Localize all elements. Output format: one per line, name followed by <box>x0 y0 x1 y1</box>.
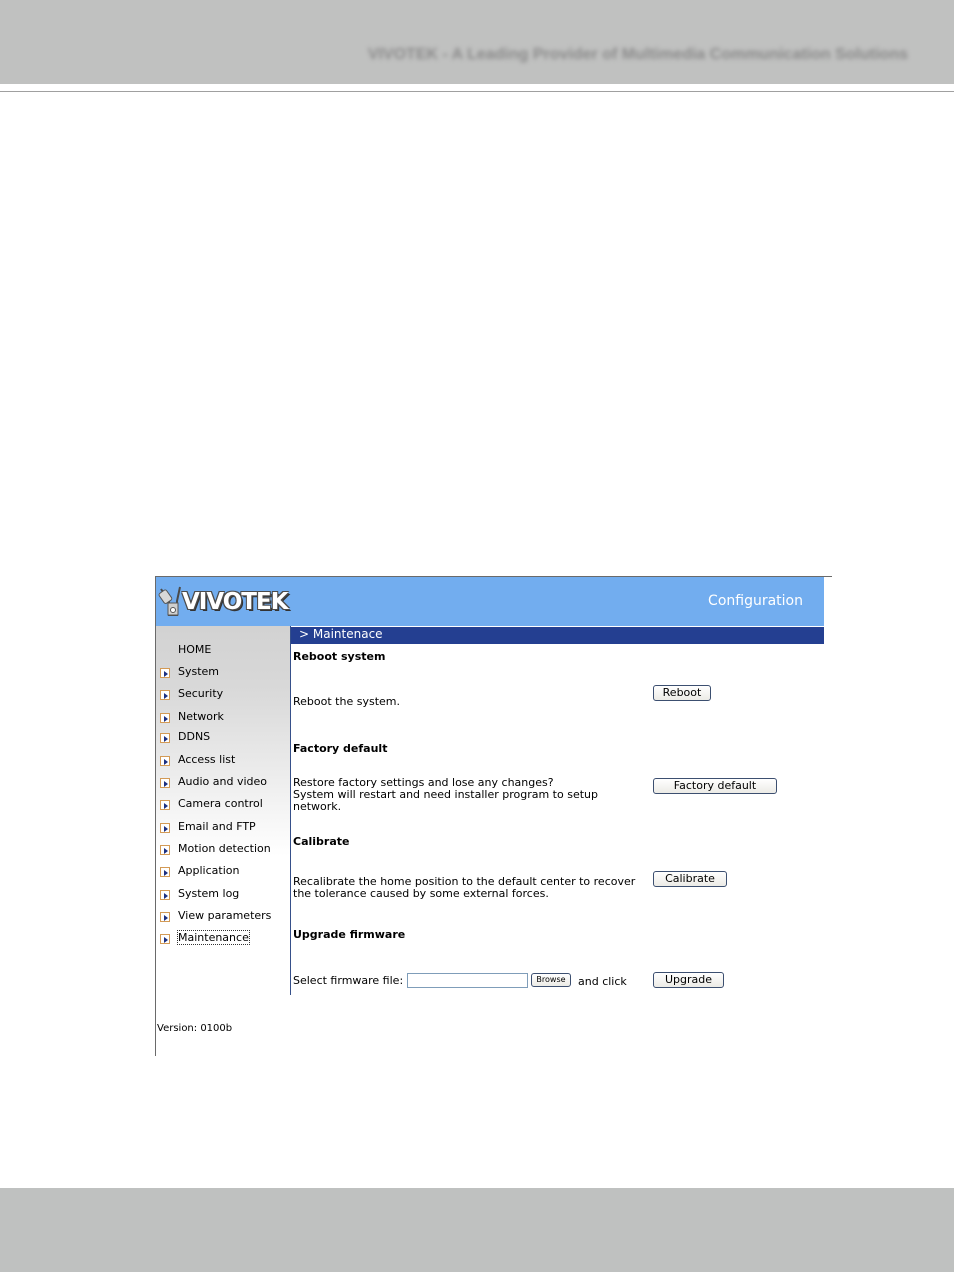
sidebar-item-email-and-ftp[interactable]: Email and FTP <box>156 819 290 837</box>
breadcrumb: > Maintenace <box>299 627 383 641</box>
config-screenshot: VIVOTEK Configuration HOME System Securi… <box>155 576 832 1056</box>
arrow-right-icon <box>160 890 170 900</box>
sidebar-item-label: Access list <box>178 753 236 766</box>
sidebar-item-application[interactable]: Application <box>156 863 290 881</box>
sidebar-item-label: Camera control <box>178 797 263 810</box>
reboot-description: Reboot the system. <box>293 695 400 708</box>
sidebar-item-ddns[interactable]: DDNS <box>156 729 290 747</box>
arrow-right-icon <box>160 823 170 833</box>
arrow-right-icon <box>160 778 170 788</box>
vivotek-logo[interactable]: VIVOTEK <box>158 585 292 623</box>
page-footer <box>0 1188 954 1272</box>
factory-default-desc-line: network. <box>293 800 342 813</box>
sidebar-item-label: Audio and video <box>178 775 267 788</box>
factory-default-button[interactable]: Factory default <box>653 778 777 794</box>
sidebar-item-security[interactable]: Security <box>156 686 290 704</box>
arrow-right-icon <box>160 800 170 810</box>
firmware-file-input[interactable] <box>407 973 528 988</box>
sidebar-item-label: Email and FTP <box>178 820 256 833</box>
sidebar-item-home[interactable]: HOME <box>156 642 290 660</box>
upgrade-firmware-section-title: Upgrade firmware <box>293 928 406 941</box>
sidebar-item-view-parameters[interactable]: View parameters <box>156 908 290 926</box>
factory-default-desc-line: System will restart and need installer p… <box>293 788 598 801</box>
factory-default-description: Restore factory settings and lose any ch… <box>293 777 643 813</box>
sidebar-item-label: Motion detection <box>178 842 271 855</box>
reboot-section-title: Reboot system <box>293 650 386 663</box>
arrow-right-icon <box>160 733 170 743</box>
logo-text: VIVOTEK <box>182 589 289 615</box>
sidebar-item-motion-detection[interactable]: Motion detection <box>156 841 290 859</box>
reboot-button[interactable]: Reboot <box>653 685 711 701</box>
arrow-right-icon <box>160 668 170 678</box>
banner: VIVOTEK Configuration <box>156 577 824 626</box>
version-label: Version: 0100b <box>157 1023 233 1034</box>
sidebar-item-maintenance[interactable]: Maintenance <box>156 930 290 948</box>
breadcrumb-bar: > Maintenace <box>291 627 824 644</box>
calibrate-desc-line: the tolerance caused by some external fo… <box>293 887 549 900</box>
sidebar-item-network[interactable]: Network <box>156 709 290 727</box>
sidebar-item-access-list[interactable]: Access list <box>156 752 290 770</box>
arrow-right-icon <box>160 756 170 766</box>
maintenance-content: Reboot system Reboot the system. Reboot … <box>293 644 823 1004</box>
sidebar-item-label: Security <box>178 687 224 700</box>
calibrate-button[interactable]: Calibrate <box>653 871 727 887</box>
arrow-right-icon <box>160 867 170 877</box>
arrow-right-icon <box>160 713 170 723</box>
arrow-right-icon <box>160 934 170 944</box>
and-click-label: and click <box>578 975 627 988</box>
sidebar-item-label: View parameters <box>178 909 272 922</box>
arrow-right-icon <box>160 912 170 922</box>
calibrate-description: Recalibrate the home position to the def… <box>293 876 643 900</box>
firmware-file-label: Select firmware file: <box>293 974 404 987</box>
sidebar-item-label: DDNS <box>178 730 211 743</box>
sidebar-item-label: System log <box>178 887 240 900</box>
camera-logo-icon <box>158 586 181 616</box>
sidebar-item-system[interactable]: System <box>156 664 290 682</box>
sidebar-item-system-log[interactable]: System log <box>156 886 290 904</box>
configuration-title: Configuration <box>708 593 803 609</box>
sidebar-item-camera-control[interactable]: Camera control <box>156 796 290 814</box>
sidebar-item-label: System <box>178 665 220 678</box>
page-header: VIVOTEK - A Leading Provider of Multimed… <box>0 0 954 84</box>
arrow-right-icon <box>160 690 170 700</box>
sidebar-item-audio-and-video[interactable]: Audio and video <box>156 774 290 792</box>
sidebar-item-label: HOME <box>178 643 212 656</box>
arrow-right-icon <box>160 845 170 855</box>
factory-default-section-title: Factory default <box>293 742 388 755</box>
sidebar-item-label: Network <box>178 710 224 723</box>
sidebar: HOME System Security Network DDNS Access… <box>156 626 290 1056</box>
calibrate-section-title: Calibrate <box>293 835 350 848</box>
header-rule <box>0 91 954 92</box>
upgrade-button[interactable]: Upgrade <box>653 972 724 988</box>
sidebar-divider <box>290 626 291 995</box>
browse-button[interactable]: Browse <box>531 973 571 987</box>
sidebar-item-label: Application <box>178 864 240 877</box>
page-header-text: VIVOTEK - A Leading Provider of Multimed… <box>367 46 908 63</box>
sidebar-item-label: Maintenance <box>177 930 250 945</box>
